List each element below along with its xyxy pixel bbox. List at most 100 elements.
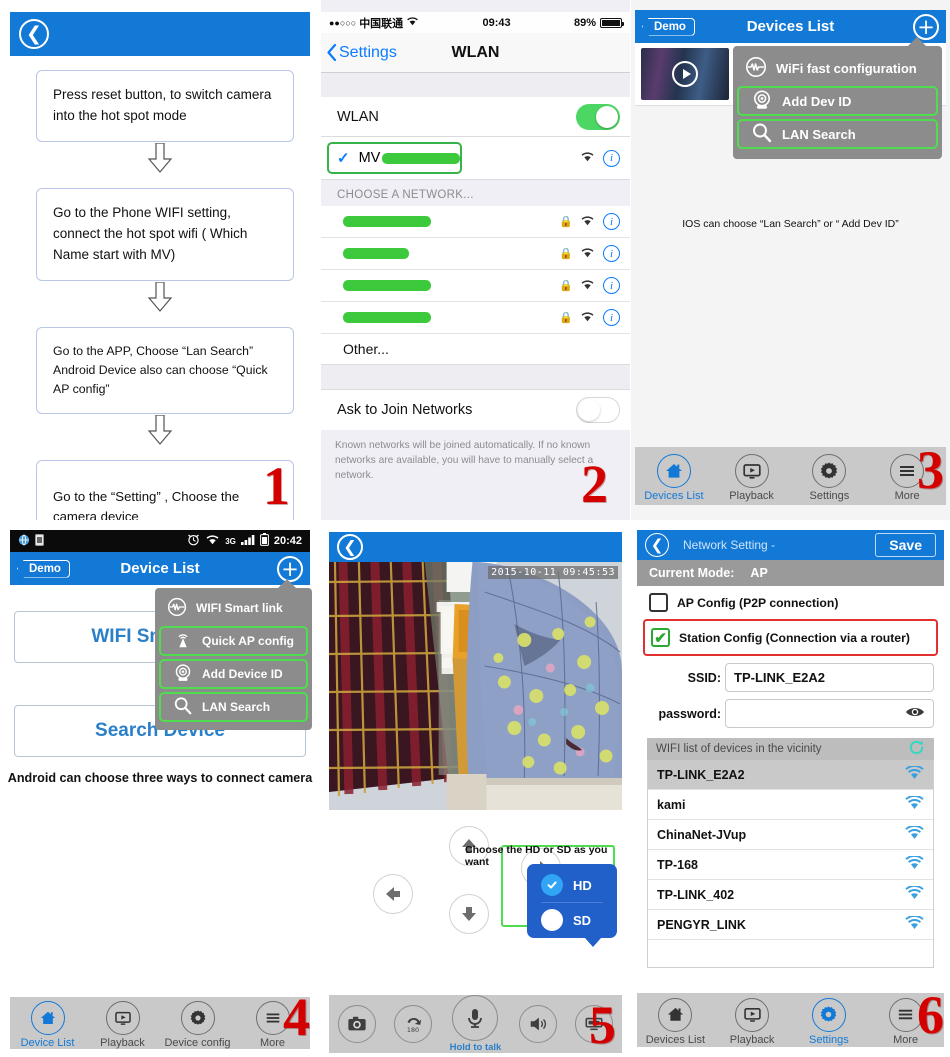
tab-label: More	[893, 1033, 919, 1046]
carrier-label: 中国联通	[359, 17, 404, 30]
wlan-toggle-row[interactable]: WLAN	[321, 97, 630, 137]
wlan-toggle[interactable]	[576, 103, 620, 130]
wifi-icon	[905, 915, 924, 933]
ios-nav-bar: Settings WLAN	[321, 33, 630, 73]
option-station-config[interactable]: ✔ Station Config (Connection via a route…	[645, 621, 936, 654]
speaker-control[interactable]	[519, 1005, 558, 1043]
eye-icon[interactable]	[905, 705, 925, 722]
video-view[interactable]: 2015-10-11 09:45:53	[329, 562, 622, 810]
plus-circle-icon[interactable]: +	[913, 13, 939, 40]
tab-playback[interactable]: Playback	[713, 453, 791, 502]
video-frame	[329, 562, 622, 810]
play-icon[interactable]	[672, 61, 698, 87]
arrow-down-icon[interactable]	[449, 894, 489, 934]
demo-back-button[interactable]: Demo	[17, 559, 70, 578]
flow-step-4-line1: Go to the “Setting” , Choose the camera …	[53, 488, 240, 520]
flow-step-1: Press reset button, to switch camera int…	[36, 70, 294, 142]
menu-item-lan-search[interactable]: LAN Search	[737, 119, 938, 149]
arrow-left-icon[interactable]	[373, 874, 413, 914]
ask-to-join-row[interactable]: Ask to Join Networks	[321, 390, 630, 430]
nav-gap	[321, 73, 630, 97]
flow-arrow-1	[0, 142, 320, 174]
tab-settings[interactable]: Settings	[791, 997, 868, 1046]
demo-back-button[interactable]: Demo	[642, 17, 695, 36]
tab-label: Playback	[100, 1036, 145, 1049]
wifi-list-item[interactable]: kami	[648, 790, 933, 820]
tab-label: Settings	[809, 1033, 849, 1046]
flip-180-icon[interactable]: 180	[393, 1005, 432, 1043]
checkbox-checked-icon[interactable]: ✔	[651, 628, 670, 647]
network-row[interactable]: 🔒 i	[321, 270, 630, 302]
back-chevron-icon[interactable]: ❮	[645, 533, 669, 557]
network-info-button[interactable]: i	[603, 213, 620, 230]
wifi-list-item[interactable]: TP-168	[648, 850, 933, 880]
wifi-list-item[interactable]: TP-LINK_E2A2	[648, 760, 933, 790]
ssid-input[interactable]: TP-LINK_E2A2	[725, 663, 934, 692]
tab-label: Settings	[809, 489, 850, 502]
option-ap-config[interactable]: AP Config (P2P connection)	[637, 586, 944, 619]
password-input[interactable]	[725, 699, 934, 728]
tab-playback[interactable]: Playback	[85, 1000, 160, 1049]
redacted-ssid	[343, 280, 431, 291]
network-info-button[interactable]: i	[603, 149, 620, 167]
back-chevron-icon[interactable]: ❮	[19, 19, 49, 49]
network-info-button[interactable]: i	[603, 245, 620, 262]
section-gap	[321, 364, 630, 390]
app-nav-bar: Demo Device List +	[10, 552, 310, 585]
tab-playback[interactable]: Playback	[714, 997, 791, 1046]
flow-step-1-text: Press reset button, to switch camera int…	[53, 87, 272, 123]
tab-settings[interactable]: Settings	[791, 453, 869, 502]
camera-dome-icon	[173, 663, 193, 686]
microphone-icon[interactable]	[452, 995, 499, 1041]
wifi-list[interactable]: TP-LINK_E2A2 kami ChinaNet-JVup TP-168 T…	[647, 760, 934, 968]
android-status-bar: 3G 20:42	[10, 530, 310, 552]
menu-item-add-device-id[interactable]: Add Device ID	[159, 659, 308, 689]
wifi-ssid: TP-168	[657, 857, 698, 872]
video-timestamp: 2015-10-11 09:45:53	[488, 566, 618, 579]
menu-item-wifi-smart-link[interactable]: WIFI Smart link	[155, 593, 312, 623]
panel-setup-flowchart: ❮ Press reset button, to switch camera i…	[0, 0, 320, 520]
tab-device-list[interactable]: Device List	[10, 1000, 85, 1049]
flow-step-3: Go to the APP, Choose “Lan Search” Andro…	[36, 326, 294, 414]
wifi-list-item[interactable]: PENGYR_LINK	[648, 910, 933, 940]
network-row[interactable]: 🔒 i	[321, 206, 630, 238]
wifi-list-item[interactable]: ChinaNet-JVup	[648, 820, 933, 850]
connected-network-row[interactable]: ✓ MV	[327, 142, 463, 174]
device-thumbnail[interactable]	[641, 48, 729, 100]
network-info-button[interactable]: i	[603, 277, 620, 294]
snapshot-control[interactable]	[337, 1005, 376, 1043]
refresh-icon[interactable]	[908, 739, 925, 759]
tab-devices-list[interactable]: Devices List	[637, 997, 714, 1046]
camera-snapshot-icon[interactable]	[337, 1005, 376, 1043]
back-chevron-icon[interactable]: ❮	[337, 534, 363, 560]
wifi-icon	[205, 534, 220, 548]
save-button[interactable]: Save	[875, 533, 936, 557]
talk-control[interactable]: Hold to talk	[450, 995, 501, 1053]
redacted-ssid	[343, 216, 431, 227]
plus-circle-icon[interactable]: +	[277, 555, 303, 582]
speaker-icon[interactable]	[519, 1005, 558, 1043]
menu-item-quick-ap-config[interactable]: Quick AP config	[159, 626, 308, 656]
wifi-ssid: TP-LINK_E2A2	[657, 767, 745, 782]
quality-option-hd[interactable]: HD	[527, 868, 617, 902]
tab-device-config[interactable]: Device config	[160, 1000, 235, 1049]
panel-ios-wlan-settings: ●●○○○ 中国联通 09:43 89% Settings WLAN WLAN …	[320, 0, 630, 520]
ask-to-join-toggle[interactable]	[576, 397, 620, 423]
network-info-button[interactable]: i	[603, 309, 620, 326]
android-clock: 20:42	[273, 535, 302, 547]
network-row[interactable]: 🔒 i	[321, 302, 630, 334]
quality-label: SD	[573, 912, 592, 928]
settings-back-button[interactable]: Settings	[321, 44, 397, 62]
wifi-list-item[interactable]: TP-LINK_402	[648, 880, 933, 910]
flow-arrow-3	[0, 414, 320, 446]
other-network-row[interactable]: Other...	[321, 334, 630, 364]
quality-option-sd[interactable]: SD	[527, 903, 617, 937]
settings-back-label: Settings	[339, 43, 397, 61]
network-row[interactable]: 🔒 i	[321, 238, 630, 270]
menu-item-add-dev-id[interactable]: Add Dev ID	[737, 86, 938, 116]
menu-item-lan-search[interactable]: LAN Search	[159, 692, 308, 722]
checkbox-unchecked-icon[interactable]	[649, 593, 668, 612]
tab-devices-list[interactable]: Devices List	[635, 453, 713, 502]
flip-control[interactable]: 180	[393, 1005, 432, 1043]
menu-item-wifi-fast-configuration[interactable]: WiFi fast configuration	[733, 53, 942, 83]
